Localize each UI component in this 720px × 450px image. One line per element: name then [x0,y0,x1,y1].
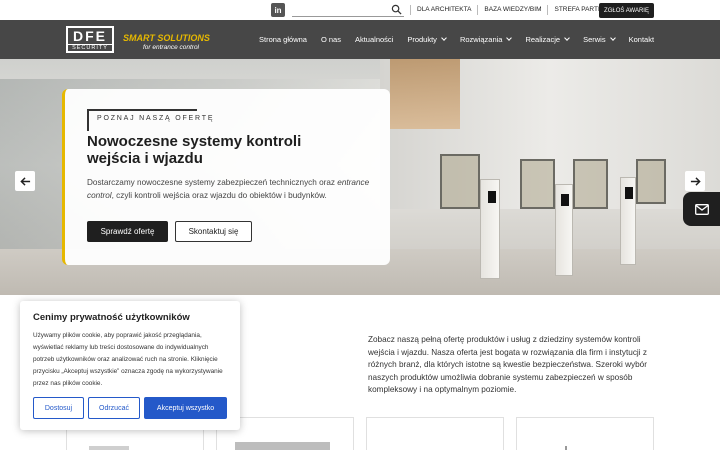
arrow-left-icon [19,176,30,186]
main-menu: Strona główna O nas Aktualności Produkty… [252,20,661,59]
linkedin-icon[interactable]: in [271,3,285,17]
cookie-text: Używamy plików cookie, aby poprawić jako… [33,332,223,387]
offer-description: Zobacz naszą pełną ofertę produktów i us… [368,335,647,394]
chevron-down-icon [441,35,447,41]
menu-item-home[interactable]: Strona główna [252,35,314,44]
top-utility-bar: in DLA ARCHITEKTA BAZA WIEDZY/BIM STREFA… [0,0,720,20]
product-image [235,442,330,450]
hero-card: POZNAJ NASZĄ OFERTĘ Nowoczesne systemy k… [62,89,390,265]
cookie-reject-button[interactable]: Odrzucać [88,397,140,419]
hero-eyebrow: POZNAJ NASZĄ OFERTĘ [87,109,213,131]
menu-item-about[interactable]: O nas [314,35,348,44]
cookie-accept-all-button[interactable]: Akceptuj wszystko [144,397,227,419]
hero-description: Dostarczamy nowoczesne systemy zabezpiec… [87,177,377,202]
product-image [89,446,129,450]
mail-icon [694,203,709,215]
menu-item-solutions[interactable]: Rozwiązania [453,35,519,44]
menu-item-news[interactable]: Aktualności [348,35,400,44]
top-links: DLA ARCHITEKTA BAZA WIEDZY/BIM STREFA PA… [410,0,622,20]
menu-item-contact[interactable]: Kontakt [622,35,661,44]
cookie-title: Cenimy prywatność użytkowników [33,312,190,323]
report-failure-button[interactable]: ZGŁOŚ AWARIĘ [599,3,654,18]
menu-item-products[interactable]: Produkty [400,35,453,44]
menu-item-projects[interactable]: Realizacje [518,35,576,44]
tagline-main: SMART SOLUTIONS [123,33,210,43]
cookie-consent-banner: Cenimy prywatność użytkowników Używamy p… [20,301,240,430]
hero-title: Nowoczesne systemy kontroli wejścia i wj… [87,133,302,167]
menu-item-label: Kontakt [628,35,655,44]
hero-background-door [390,59,460,129]
menu-item-label: Aktualności [354,35,394,44]
chevron-down-icon [609,35,616,41]
logo[interactable]: DFE SECURITY [66,26,114,53]
hero-slider: POZNAJ NASZĄ OFERTĘ Nowoczesne systemy k… [0,59,720,295]
cookie-customize-button[interactable]: Dostosuj [33,397,84,419]
menu-item-label: Strona główna [259,35,307,44]
slider-next-button[interactable] [685,171,705,191]
menu-item-label: Produkty [407,35,437,44]
menu-item-service[interactable]: Serwis [576,35,622,44]
tagline-sub: for entrance control [143,44,200,51]
menu-item-label: Realizacje [525,35,561,44]
hero-desc-part: , czyli kontroli wejścia oraz wjazdu do … [111,190,327,200]
top-link-knowledge-base[interactable]: BAZA WIEDZY/BIM [477,5,547,15]
top-link-architect[interactable]: DLA ARCHITEKTA [410,5,477,15]
product-card[interactable] [366,417,504,450]
arrow-right-icon [690,176,701,186]
contact-mail-button[interactable] [683,192,720,226]
product-image [565,446,567,450]
main-navbar: DFE SECURITY SMART SOLUTIONS for entranc… [0,20,720,59]
contact-us-button[interactable]: Skontaktuj się [175,221,252,242]
chevron-down-icon [564,35,570,41]
search-input[interactable] [292,3,404,17]
check-offer-button[interactable]: Sprawdź ofertę [87,221,168,242]
menu-item-label: O nas [320,35,341,44]
menu-item-label: Serwis [583,35,606,44]
logo-sub-text: SECURITY [68,44,112,52]
hero-desc-part: Dostarczamy nowoczesne systemy zabezpiec… [87,178,338,187]
menu-item-label: Rozwiązania [459,35,503,44]
product-card[interactable] [516,417,654,450]
chevron-down-icon [506,35,513,41]
slider-prev-button[interactable] [15,171,35,191]
logo-main-text: DFE [73,28,107,44]
search-icon[interactable] [391,4,402,15]
